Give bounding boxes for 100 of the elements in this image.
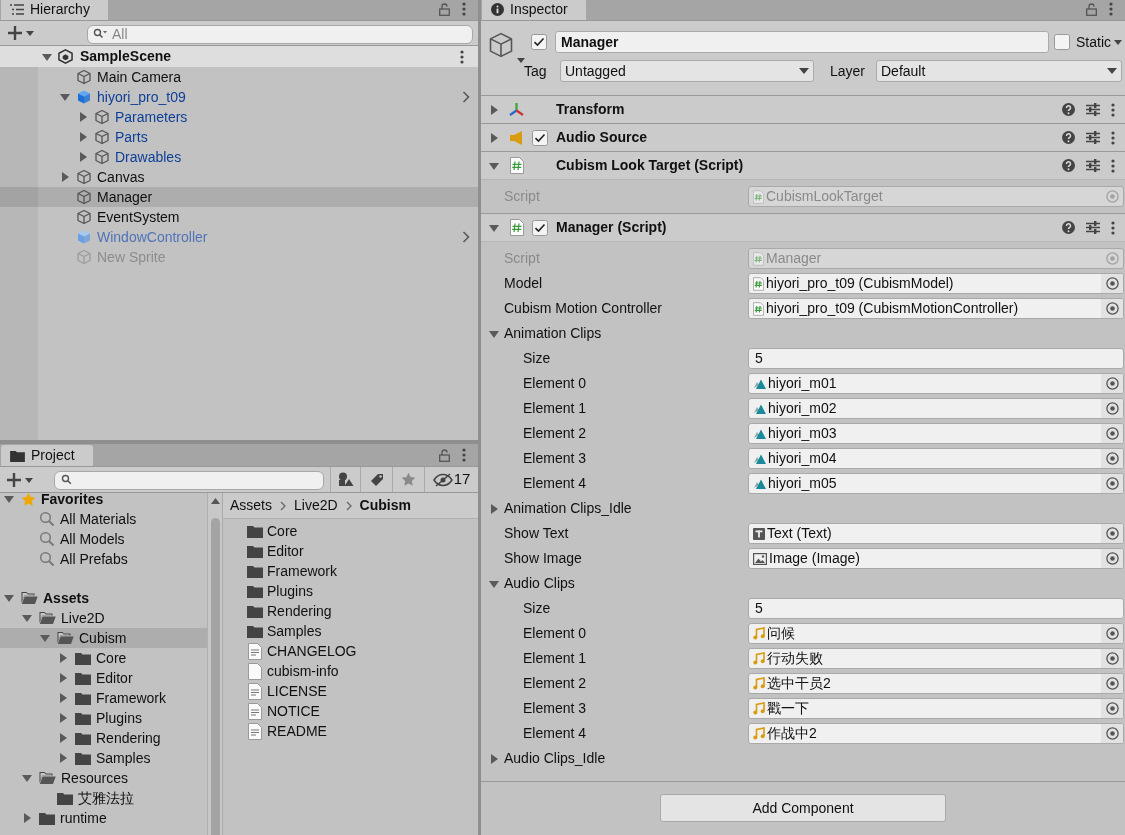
target-icon[interactable]: [1105, 302, 1119, 315]
object-field[interactable]: 作战中2: [748, 723, 1124, 744]
target-icon[interactable]: [1105, 652, 1119, 665]
asset-item[interactable]: CHANGELOG: [247, 641, 478, 661]
object-field[interactable]: hiyori_m01: [748, 373, 1124, 394]
target-icon[interactable]: [1105, 452, 1119, 465]
target-icon[interactable]: [1105, 427, 1119, 440]
asset-item[interactable]: cubism-info: [247, 661, 478, 681]
target-icon[interactable]: [1105, 277, 1119, 290]
panel-tab[interactable]: Hierarchy: [1, 0, 108, 20]
lock-icon[interactable]: [439, 448, 450, 462]
help-icon[interactable]: [1062, 221, 1075, 234]
target-icon[interactable]: [1105, 402, 1119, 415]
target-icon[interactable]: [1105, 377, 1119, 390]
disclosure-triangle-icon[interactable]: [42, 51, 52, 62]
disclosure-triangle-icon[interactable]: [78, 132, 88, 142]
target-icon[interactable]: [1105, 702, 1119, 715]
more-options-icon[interactable]: [1111, 102, 1115, 117]
more-options-icon[interactable]: [460, 49, 464, 64]
more-options-icon[interactable]: [1111, 130, 1115, 145]
disclosure-triangle-icon[interactable]: [4, 494, 14, 504]
disclosure-triangle-icon[interactable]: [489, 503, 499, 514]
project-tree-row[interactable]: Cubism: [0, 628, 207, 648]
disclosure-triangle-icon[interactable]: [60, 92, 70, 102]
disclosure-triangle-icon[interactable]: [40, 633, 50, 643]
object-field[interactable]: 行动失败: [748, 648, 1124, 669]
target-icon[interactable]: [1105, 677, 1119, 690]
panel-tab[interactable]: Inspector: [482, 0, 586, 20]
lock-icon[interactable]: [1086, 2, 1097, 16]
object-field[interactable]: hiyori_pro_t09 (CubismModel): [748, 273, 1124, 294]
object-field[interactable]: 问候: [748, 623, 1124, 644]
object-field[interactable]: 戳一下: [748, 698, 1124, 719]
disclosure-triangle-icon[interactable]: [489, 578, 499, 589]
component-header[interactable]: Audio Source: [481, 123, 1125, 151]
help-icon[interactable]: [1062, 103, 1075, 116]
chevron-right-icon[interactable]: [462, 231, 470, 243]
more-options-icon[interactable]: [1109, 2, 1113, 16]
disclosure-triangle-icon[interactable]: [22, 613, 32, 623]
breadcrumb-link[interactable]: Assets: [230, 495, 272, 516]
scroll-up-arrow-icon[interactable]: [210, 498, 220, 504]
breadcrumb-link[interactable]: Live2D: [294, 495, 338, 516]
disclosure-triangle-icon[interactable]: [489, 753, 499, 764]
disclosure-triangle-icon[interactable]: [60, 172, 70, 182]
asset-item[interactable]: README: [247, 721, 478, 741]
disclosure-triangle-icon[interactable]: [489, 222, 499, 233]
more-options-icon[interactable]: [462, 2, 466, 16]
disclosure-triangle-icon[interactable]: [58, 693, 68, 703]
target-icon[interactable]: [1105, 477, 1119, 490]
disclosure-triangle-icon[interactable]: [58, 713, 68, 723]
scroll-thumb[interactable]: [210, 518, 220, 835]
enable-checkbox[interactable]: [532, 219, 548, 236]
object-field[interactable]: hiyori_m03: [748, 423, 1124, 444]
static-dropdown[interactable]: Static: [1076, 31, 1122, 53]
object-field[interactable]: hiyori_pro_t09 (CubismMotionController): [748, 298, 1124, 319]
disclosure-triangle-icon[interactable]: [489, 328, 499, 339]
target-icon[interactable]: [1105, 527, 1119, 540]
asset-item[interactable]: Core: [247, 521, 478, 541]
asset-item[interactable]: Rendering: [247, 601, 478, 621]
disclosure-triangle-icon[interactable]: [58, 753, 68, 763]
disclosure-triangle-icon[interactable]: [489, 104, 499, 115]
more-options-icon[interactable]: [462, 448, 466, 462]
hierarchy-row[interactable]: Manager: [0, 187, 478, 207]
target-icon[interactable]: [1105, 627, 1119, 640]
disclosure-triangle-icon[interactable]: [22, 773, 32, 783]
asset-item[interactable]: Framework: [247, 561, 478, 581]
asset-item[interactable]: LICENSE: [247, 681, 478, 701]
object-field[interactable]: hiyori_m02: [748, 398, 1124, 419]
asset-item[interactable]: NOTICE: [247, 701, 478, 721]
search-field[interactable]: All: [87, 24, 473, 44]
asset-item[interactable]: Editor: [247, 541, 478, 561]
tag-dropdown[interactable]: Untagged: [560, 60, 814, 82]
object-field[interactable]: hiyori_m04: [748, 448, 1124, 469]
target-icon[interactable]: [1105, 552, 1119, 565]
help-icon[interactable]: [1062, 131, 1075, 144]
object-field[interactable]: Text (Text): [748, 523, 1124, 544]
add-component-button[interactable]: Add Component: [660, 794, 946, 822]
disclosure-triangle-icon[interactable]: [489, 160, 499, 171]
sliders-icon[interactable]: [1086, 159, 1100, 172]
object-field[interactable]: hiyori_m05: [748, 473, 1124, 494]
number-field[interactable]: 5: [748, 598, 1124, 619]
hidden-count-button[interactable]: 17: [424, 467, 478, 492]
disclosure-triangle-icon[interactable]: [22, 813, 32, 823]
disclosure-triangle-icon[interactable]: [78, 112, 88, 122]
target-icon[interactable]: [1105, 727, 1119, 740]
disclosure-triangle-icon[interactable]: [58, 653, 68, 663]
panel-tab[interactable]: Project: [1, 445, 93, 466]
scrollbar[interactable]: [207, 493, 222, 835]
object-field[interactable]: 选中干员2: [748, 673, 1124, 694]
disclosure-triangle-icon[interactable]: [78, 152, 88, 162]
disclosure-triangle-icon[interactable]: [58, 733, 68, 743]
breadcrumb-link[interactable]: Cubism: [359, 495, 411, 516]
object-field[interactable]: Image (Image): [748, 548, 1124, 569]
caret-icon[interactable]: [517, 58, 525, 63]
more-options-icon[interactable]: [1111, 158, 1115, 173]
active-checkbox[interactable]: [531, 34, 547, 50]
disclosure-triangle-icon[interactable]: [4, 593, 14, 603]
enable-checkbox[interactable]: [532, 129, 548, 146]
static-checkbox[interactable]: [1054, 34, 1070, 50]
search-field[interactable]: [54, 471, 324, 490]
sliders-icon[interactable]: [1086, 103, 1100, 116]
